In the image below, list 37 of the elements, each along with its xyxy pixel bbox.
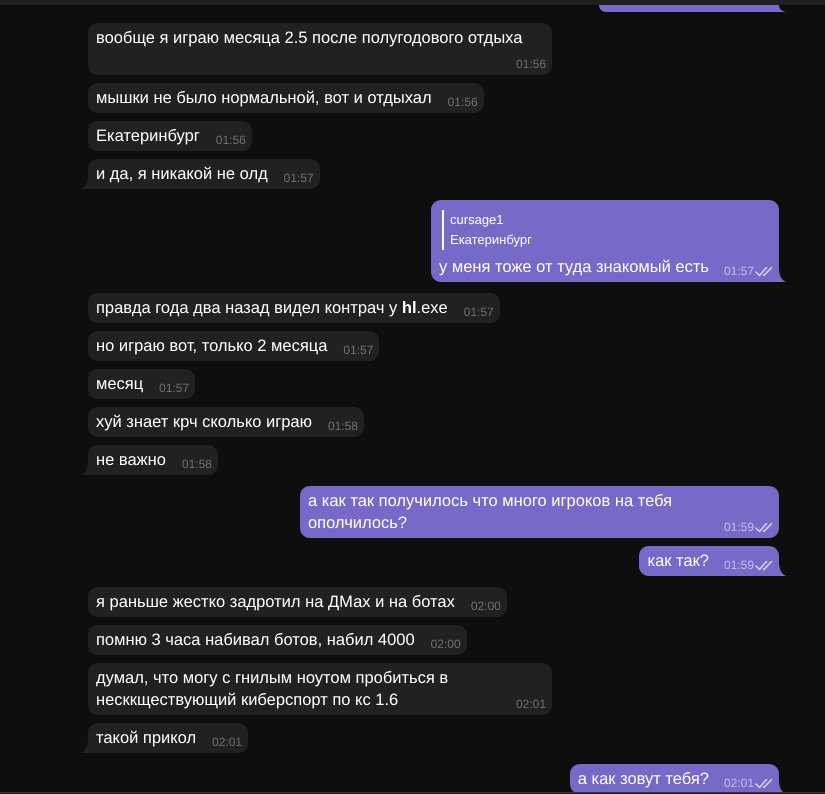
message-text: у меня тоже от туда знакомый есть	[439, 258, 709, 276]
message-time: 01:57	[343, 343, 374, 357]
message-time: 02:01	[516, 697, 546, 711]
message-time: 02:00	[470, 599, 501, 613]
message-time: 01:56	[448, 95, 478, 109]
message-time: 01:59	[724, 558, 754, 572]
reply-text: Екатеринбург	[450, 231, 533, 249]
message-text: Екатеринбург	[96, 127, 200, 145]
message-time: 01:57	[464, 305, 494, 319]
message-text: помню 3 часа набивал ботов, набил 4000	[96, 631, 415, 649]
message-text: мышки не было нормальной, вот и отдыхал	[96, 89, 432, 107]
message-text: месяц	[96, 375, 144, 393]
message-text: а как так получилось что много игроков на тебя ополчилось?	[308, 492, 672, 532]
message-time: 01:57	[724, 264, 754, 278]
reply-author: cursage1	[450, 211, 505, 229]
message-text: и да, я никакой не олд	[96, 165, 268, 183]
message-time: 01:56	[216, 133, 246, 147]
message-text: а как зовут тебя?	[578, 770, 709, 788]
message-text: правда года два назад видел контрач у hl.exe	[96, 299, 448, 317]
message-text: такой прикол	[96, 729, 196, 747]
message-text: думал, что могу с гнилым ноутом пробиться в несккществующий киберспорт по кс 1.6	[96, 669, 448, 709]
message-time: 01:56	[516, 57, 546, 71]
message-text: вообще я играю месяца 2.5 после полугодового отдыха	[96, 29, 522, 47]
message-time: 01:57	[284, 171, 314, 185]
message-text: но играю вот, только 2 месяца	[96, 337, 328, 355]
message-time: 02:01	[212, 735, 242, 749]
message-time: 01:58	[182, 457, 212, 471]
reply-quote[interactable]: cursage1 Екатеринбург	[442, 210, 771, 250]
message-text: не важно	[96, 451, 166, 469]
message-text: я раньше жестко задротил на ДМах и на ботах	[96, 593, 455, 611]
message-time: 02:01	[724, 776, 754, 790]
message-time: 01:58	[328, 419, 358, 433]
message-time: 02:00	[430, 637, 461, 651]
message-text: как так?	[647, 552, 709, 570]
message-time: 01:57	[159, 381, 190, 395]
message-time: 01:59	[724, 520, 754, 534]
message-text: хуй знает крч сколько играю	[96, 413, 312, 431]
